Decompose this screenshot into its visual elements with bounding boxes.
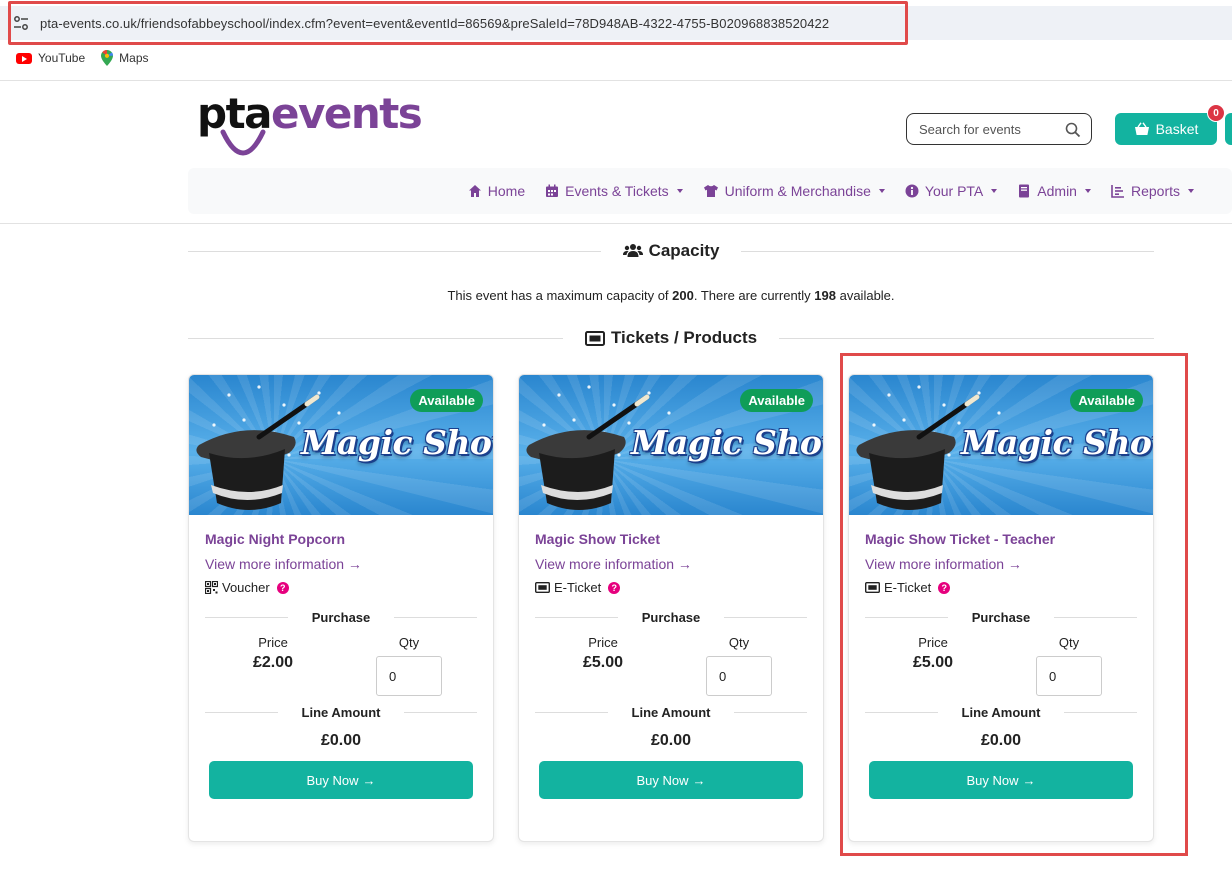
buy-now-button[interactable]: Buy Now → — [539, 761, 803, 799]
nav-admin[interactable]: Admin — [1017, 183, 1091, 199]
availability-badge: Available — [410, 389, 483, 412]
arrow-right-icon: → — [362, 772, 376, 788]
line-amount-value: £0.00 — [650, 732, 692, 749]
search-input[interactable] — [919, 121, 1049, 137]
capacity-text-suffix: available. — [835, 288, 895, 303]
youtube-icon — [16, 52, 32, 64]
header-divider — [0, 223, 1232, 224]
nav-uniform-merchandise[interactable]: Uniform & Merchandise — [703, 183, 885, 199]
capacity-available: 198 — [814, 288, 836, 303]
maps-icon — [101, 50, 114, 66]
logo-smile-icon — [220, 129, 266, 156]
bookmarks-bar: YouTube Maps — [16, 50, 149, 66]
line-amount-heading: Line Amount — [205, 705, 478, 720]
nav-reports[interactable]: Reports — [1111, 183, 1194, 199]
banner-title: Magic Show — [301, 423, 493, 462]
ticket-icon — [584, 330, 605, 346]
product-type-label: E-Ticket — [554, 580, 602, 595]
shirt-icon — [703, 185, 718, 197]
search-icon[interactable] — [1065, 122, 1081, 138]
header-extra-button[interactable] — [1225, 113, 1232, 145]
nav-label: Events & Tickets — [565, 183, 669, 199]
line-amount-value: £0.00 — [320, 732, 362, 749]
logo-text-events: events — [270, 89, 423, 138]
caret-down-icon — [676, 189, 683, 193]
purchase-heading: Purchase — [205, 610, 478, 625]
product-type: E-Ticket ? — [535, 580, 807, 595]
caret-down-icon — [991, 189, 998, 193]
product-type: Voucher ? — [205, 580, 477, 595]
book-icon — [1019, 184, 1030, 198]
product-name[interactable]: Magic Show Ticket — [535, 531, 807, 547]
basket-button[interactable]: Basket — [1115, 113, 1217, 145]
price-label: Price — [258, 635, 288, 650]
caret-down-icon — [1084, 189, 1091, 193]
bookmark-youtube[interactable]: YouTube — [16, 51, 85, 65]
caret-down-icon — [1188, 189, 1194, 193]
capacity-max: 200 — [672, 288, 694, 303]
qty-input[interactable] — [706, 656, 772, 696]
view-more-link[interactable]: View more information → — [205, 556, 477, 572]
arrow-right-icon: → — [347, 556, 362, 572]
qty-label: Qty — [398, 635, 420, 650]
search-box — [906, 113, 1092, 145]
qty-label: Qty — [728, 635, 750, 650]
main-nav: Home Events & Tickets Uniform & Merchand… — [188, 168, 1232, 214]
users-icon — [622, 244, 643, 257]
bookmark-label: Maps — [119, 51, 149, 65]
price-value: £5.00 — [582, 654, 624, 671]
chart-icon — [1111, 185, 1124, 198]
url-annotation-box — [8, 1, 908, 45]
chrome-divider — [0, 80, 1232, 81]
buy-now-button[interactable]: Buy Now → — [209, 761, 473, 799]
caret-down-icon — [878, 189, 885, 193]
nav-label: Home — [487, 183, 526, 199]
nav-label: Your PTA — [924, 183, 984, 199]
product-type-label: Voucher — [222, 580, 270, 595]
nav-label: Admin — [1037, 183, 1077, 199]
calendar-icon — [546, 184, 559, 197]
tickets-heading: Tickets / Products — [188, 328, 1155, 348]
product-name[interactable]: Magic Night Popcorn — [205, 531, 477, 547]
nav-label: Reports — [1130, 183, 1180, 199]
price-value: £2.00 — [252, 654, 294, 671]
line-amount-heading: Line Amount — [535, 705, 808, 720]
card-annotation-box — [840, 353, 1188, 856]
help-icon[interactable]: ? — [276, 581, 289, 594]
help-icon[interactable]: ? — [608, 581, 621, 594]
ticket-icon — [535, 582, 550, 593]
capacity-heading-text: Capacity — [648, 241, 720, 260]
pta-events-logo[interactable]: ptaevents — [197, 92, 427, 164]
banner-title: Magic Show — [631, 423, 823, 462]
bookmark-label: YouTube — [38, 51, 86, 65]
nav-your-pta[interactable]: Your PTA — [905, 183, 998, 199]
capacity-heading: Capacity — [188, 241, 1154, 261]
purchase-heading: Purchase — [535, 610, 808, 625]
product-image[interactable]: Magic Show Available — [189, 375, 493, 515]
basket-count-badge: 0 — [1207, 104, 1225, 122]
capacity-text-prefix: This event has a maximum capacity of — [447, 288, 673, 303]
view-more-link[interactable]: View more information → — [535, 556, 807, 572]
nav-events-tickets[interactable]: Events & Tickets — [545, 183, 683, 199]
tickets-heading-text: Tickets / Products — [610, 328, 758, 347]
basket-label: Basket — [1155, 121, 1199, 137]
home-icon — [468, 185, 481, 197]
availability-badge: Available — [740, 389, 813, 412]
price-label: Price — [588, 635, 618, 650]
arrow-right-icon: → — [692, 772, 706, 788]
product-card: Magic Show Available Magic Night Popcorn… — [188, 374, 494, 842]
arrow-right-icon: → — [677, 556, 692, 572]
capacity-text-middle: . There are currently — [693, 288, 815, 303]
product-image[interactable]: Magic Show Available — [519, 375, 823, 515]
capacity-text: This event has a maximum capacity of 200… — [188, 288, 1154, 303]
qty-input[interactable] — [376, 656, 442, 696]
basket-icon — [1134, 122, 1149, 135]
qrcode-icon — [205, 581, 218, 594]
info-icon — [905, 184, 919, 198]
product-card: Magic Show Available Magic Show Ticket V… — [518, 374, 824, 842]
bookmark-maps[interactable]: Maps — [101, 50, 149, 66]
nav-home[interactable]: Home — [468, 183, 525, 199]
nav-label: Uniform & Merchandise — [724, 183, 871, 199]
